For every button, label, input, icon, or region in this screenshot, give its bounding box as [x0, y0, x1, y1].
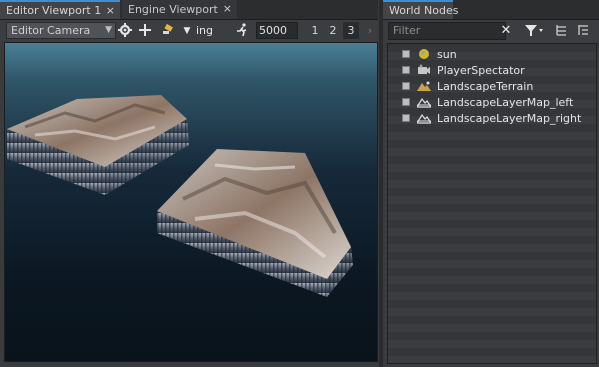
chevron-down-icon[interactable]: ▼ — [182, 23, 192, 39]
list-item[interactable]: LandscapeLayerMap_left — [388, 94, 596, 110]
list-item[interactable]: PlayerSpectator — [388, 62, 596, 78]
tab-editor-viewport-1[interactable]: Editor Viewport 1 × — [0, 0, 120, 19]
visibility-checkbox[interactable] — [402, 114, 410, 122]
node-label: PlayerSpectator — [437, 63, 525, 77]
visibility-checkbox[interactable] — [402, 82, 410, 90]
speed-value: 5000 — [259, 24, 287, 37]
filter-placeholder: Filter — [393, 24, 421, 37]
viewport-tab-bar: Editor Viewport 1 × Engine Viewport × — [0, 0, 378, 20]
close-icon[interactable]: × — [106, 4, 115, 17]
panel-splitter[interactable] — [379, 0, 383, 367]
terrain-block-right — [157, 149, 353, 297]
list-item[interactable]: LandscapeTerrain — [388, 78, 596, 94]
visibility-checkbox[interactable] — [402, 98, 410, 106]
chevron-down-icon: ▼ — [105, 25, 112, 35]
view-button-2[interactable]: 2 — [325, 22, 341, 39]
move-icon[interactable] — [138, 23, 152, 39]
nodes-tab-bar: World Nodes — [383, 0, 599, 20]
node-label: LandscapeLayerMap_right — [437, 111, 582, 125]
camera-icon — [418, 64, 430, 74]
visibility-checkbox[interactable] — [402, 66, 410, 74]
list-item[interactable]: sun — [388, 46, 596, 62]
tab-engine-viewport[interactable]: Engine Viewport × — [122, 0, 237, 19]
list-item[interactable]: LandscapeLayerMap_right — [388, 110, 596, 126]
layer-map-icon — [417, 97, 431, 108]
tree-expand-icon[interactable] — [553, 23, 569, 39]
tree-collapse-icon[interactable] — [575, 23, 591, 39]
clear-icon[interactable]: ✕ — [499, 23, 513, 39]
sun-icon — [419, 49, 429, 59]
view-button-1[interactable]: 1 — [307, 22, 323, 39]
tab-world-nodes[interactable]: World Nodes — [383, 0, 458, 19]
terrain-block-left — [7, 95, 189, 195]
view-button-3[interactable]: 3 — [343, 22, 359, 39]
close-icon[interactable]: × — [223, 2, 232, 15]
mode-label[interactable]: ing — [196, 23, 226, 39]
speed-field[interactable]: 5000 — [256, 22, 298, 39]
filter-icon[interactable] — [523, 23, 545, 39]
filter-input[interactable]: Filter — [388, 22, 506, 40]
layer-map-icon — [417, 113, 431, 124]
gear-icon[interactable] — [118, 23, 132, 39]
run-icon[interactable] — [234, 23, 250, 39]
brush-icon[interactable] — [160, 23, 178, 39]
world-nodes-list[interactable]: sun PlayerSpectator LandscapeTerrain Lan… — [387, 43, 597, 364]
visibility-checkbox[interactable] — [402, 50, 410, 58]
tab-label: World Nodes — [389, 4, 459, 17]
viewport-toolbar: Editor Camera ▼ ▼ ing 5000 1 2 3 › — [0, 20, 378, 41]
editor-viewport[interactable] — [4, 42, 378, 362]
node-label: sun — [437, 47, 457, 61]
chevron-right-icon[interactable]: › — [364, 23, 376, 39]
tab-label: Engine Viewport — [128, 3, 218, 16]
node-label: LandscapeLayerMap_left — [437, 95, 574, 109]
terrain-render — [7, 95, 353, 297]
nodes-filter-bar: Filter ✕ — [385, 20, 599, 42]
camera-select-value: Editor Camera — [11, 24, 91, 37]
landscape-icon — [417, 81, 431, 91]
node-label: LandscapeTerrain — [437, 79, 534, 93]
camera-select[interactable]: Editor Camera ▼ — [6, 22, 116, 39]
tab-label: Editor Viewport 1 — [6, 4, 102, 17]
